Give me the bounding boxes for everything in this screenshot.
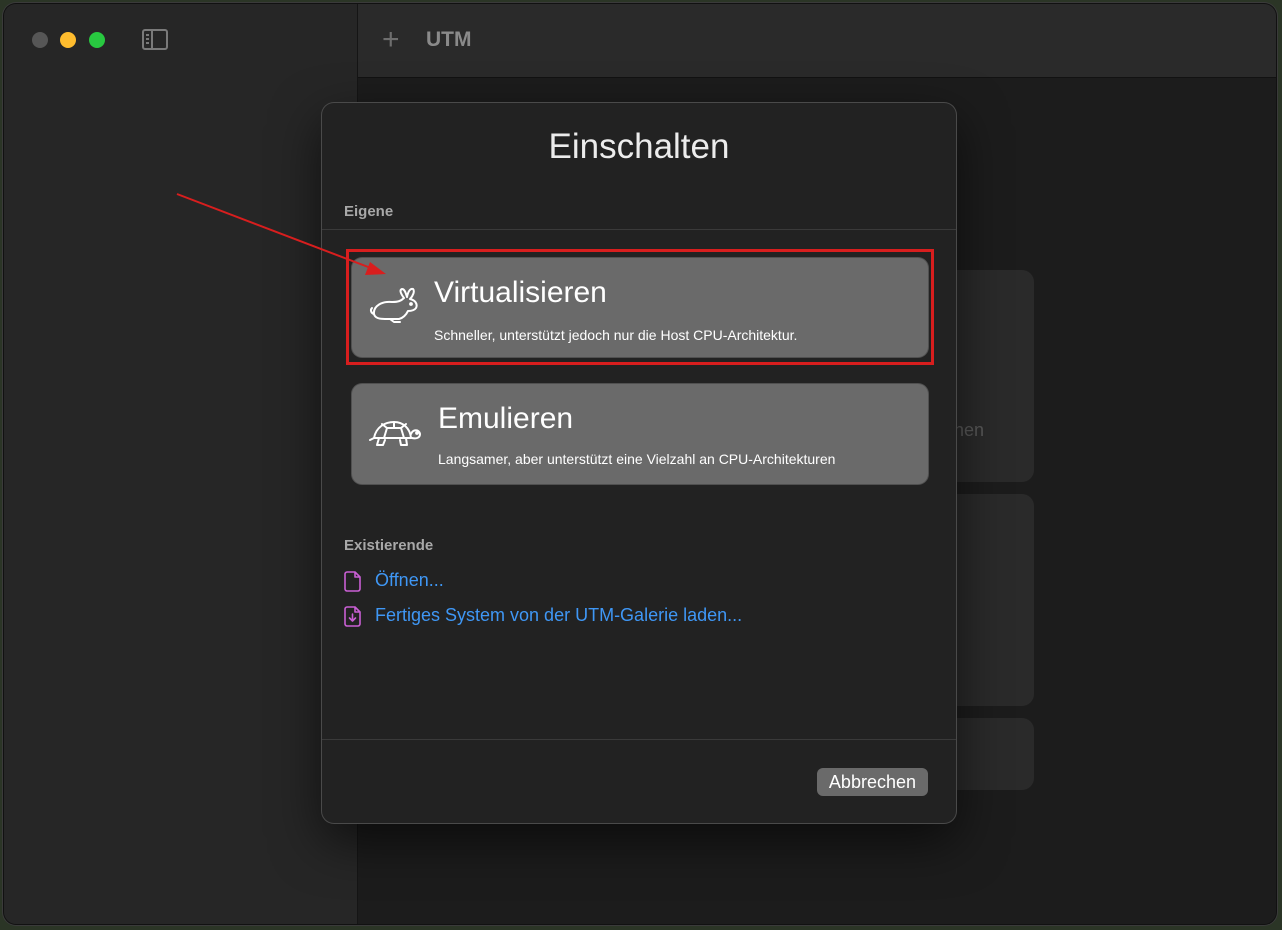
document-icon (344, 571, 361, 592)
add-vm-icon[interactable]: + (382, 25, 400, 55)
dialog-title: Einschalten (548, 127, 730, 166)
virtualize-description: Schneller, unterstützt jedoch nur die Ho… (434, 327, 798, 343)
window-close-button[interactable] (32, 32, 48, 48)
document-download-icon (344, 606, 361, 627)
emulate-description: Langsamer, aber unterstützt eine Vielzah… (438, 451, 836, 467)
divider (322, 739, 956, 740)
virtualize-option[interactable]: Virtualisieren Schneller, unterstützt je… (352, 258, 928, 357)
turtle-icon (369, 421, 421, 446)
new-vm-dialog: Einschalten Eigene Virtualisieren Schnel… (322, 103, 956, 823)
open-link[interactable]: Öffnen... (344, 569, 644, 595)
open-link-label[interactable]: Öffnen... (375, 570, 444, 591)
window-maximize-button[interactable] (89, 32, 105, 48)
gallery-link-label[interactable]: Fertiges System von der UTM-Galerie lade… (375, 605, 742, 626)
divider (322, 229, 956, 230)
section-label-existing: Existierende (344, 537, 434, 554)
section-label-new: Eigene (344, 203, 394, 220)
emulate-option[interactable]: Emulieren Langsamer, aber unterstützt ei… (352, 384, 928, 484)
app-title: UTM (426, 28, 472, 51)
window-minimize-button[interactable] (60, 32, 76, 48)
cancel-button[interactable]: Abbrechen (816, 768, 928, 796)
sidebar-toggle-icon[interactable] (142, 29, 168, 50)
sidebar (4, 4, 358, 924)
virtualize-title: Virtualisieren (434, 276, 607, 309)
rabbit-icon (369, 287, 418, 323)
emulate-title: Emulieren (438, 402, 574, 435)
gallery-link[interactable]: Fertiges System von der UTM-Galerie lade… (344, 604, 784, 630)
toolbar: + UTM (358, 4, 1276, 78)
